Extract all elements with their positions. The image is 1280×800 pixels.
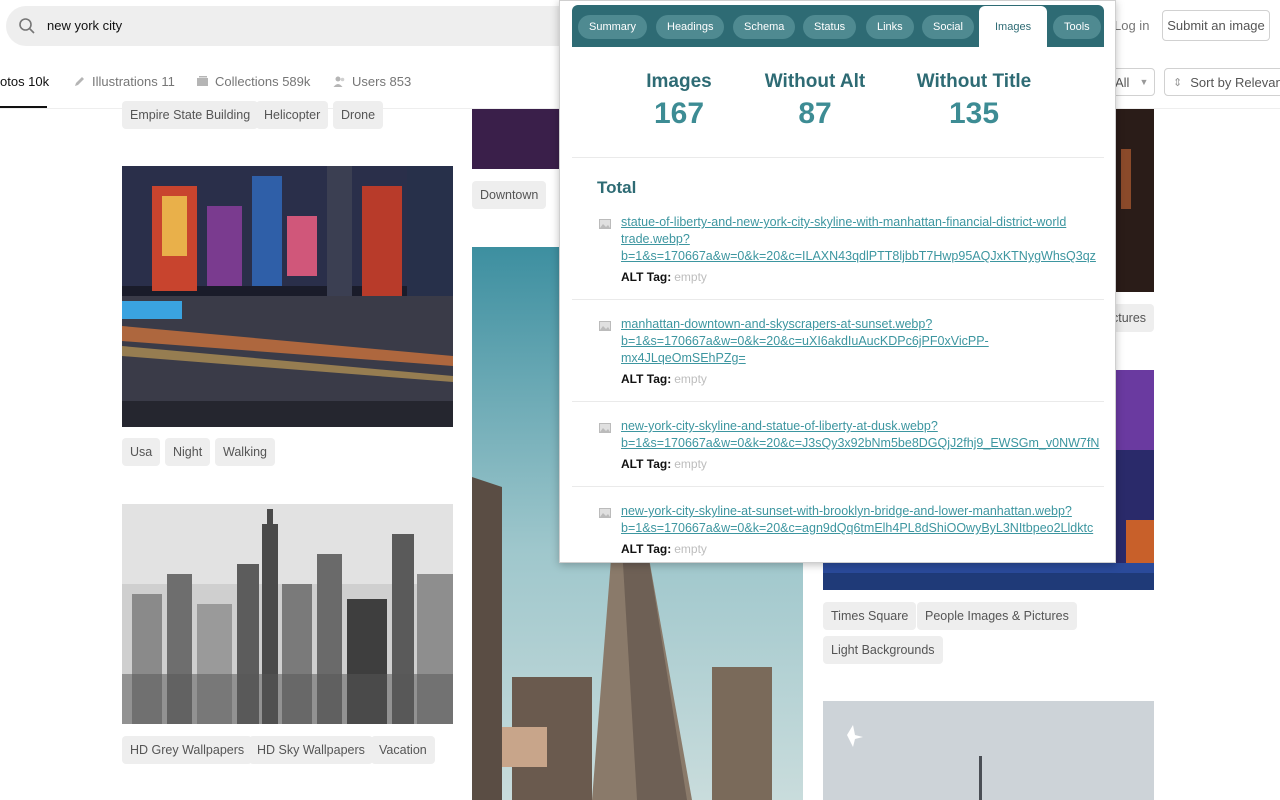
tag-helicopter[interactable]: Helicopter (256, 101, 329, 129)
popup-tab-links[interactable]: Links (866, 15, 914, 39)
search-bar[interactable]: new york city (6, 6, 586, 46)
search-icon (19, 18, 35, 34)
popup-tab-headings[interactable]: Headings (656, 15, 725, 39)
photo-right-neon[interactable] (1116, 370, 1154, 590)
license-filter[interactable]: All ▼ (1110, 68, 1155, 96)
alt-tag-line: ALT Tag: empty (621, 457, 707, 471)
tag-hd-sky[interactable]: HD Sky Wallpapers (249, 736, 373, 764)
alt-tag-line: ALT Tag: empty (621, 542, 707, 556)
stat-images: Images 167 (646, 71, 712, 130)
image-list-item: manhattan-downtown-and-skyscrapers-at-su… (572, 316, 1104, 402)
stat-without-title: Without Title 135 (916, 71, 1032, 130)
stat-without-alt: Without Alt 87 (764, 71, 866, 130)
photo-hazy-tower[interactable] (823, 701, 1154, 800)
image-url-link[interactable]: new-york-city-skyline-at-sunset-with-bro… (621, 503, 1104, 537)
image-url-link[interactable]: new-york-city-skyline-and-statue-of-libe… (621, 418, 1104, 452)
seo-extension-popup: Summary Headings Schema Status Links Soc… (559, 0, 1116, 563)
tab-photos[interactable]: otos 10k (0, 74, 49, 89)
alt-tag-line: ALT Tag: empty (621, 270, 707, 284)
search-input[interactable]: new york city (47, 18, 122, 33)
submit-image-button[interactable]: Submit an image (1162, 10, 1270, 41)
tag-drone[interactable]: Drone (333, 101, 384, 129)
tab-users[interactable]: Users 853 (333, 74, 411, 89)
total-heading: Total (597, 178, 637, 197)
tab-collections[interactable]: Collections 589k (196, 74, 310, 89)
popup-nav: Summary Headings Schema Status Links Soc… (572, 5, 1104, 47)
popup-tab-images[interactable]: Images (979, 6, 1048, 47)
popup-tab-social[interactable]: Social (922, 15, 974, 39)
tab-illustrations[interactable]: Illustrations 11 (73, 74, 175, 89)
photo-purple-top[interactable] (472, 109, 562, 169)
photo-times-square-crosswalk[interactable] (823, 563, 1154, 590)
active-tab-underline (0, 106, 47, 108)
tag-times-square[interactable]: Times Square (823, 602, 917, 630)
login-link[interactable]: Log in (1114, 18, 1149, 33)
tag-empire-state[interactable]: Empire State Building (122, 101, 259, 129)
pen-icon (75, 77, 84, 86)
collection-icon (197, 76, 208, 86)
image-url-link[interactable]: manhattan-downtown-and-skyscrapers-at-su… (621, 316, 1104, 367)
image-icon (599, 219, 611, 229)
tag-vacation[interactable]: Vacation (371, 736, 435, 764)
tag-people-images[interactable]: People Images & Pictures (917, 602, 1077, 630)
image-icon (599, 508, 611, 518)
alt-tag-line: ALT Tag: empty (621, 372, 707, 386)
chevron-down-icon: ▼ (1139, 77, 1149, 87)
image-list-item: new-york-city-skyline-and-statue-of-libe… (572, 418, 1104, 487)
photo-grey-skyline[interactable] (122, 504, 453, 724)
popup-tab-tools[interactable]: Tools (1053, 15, 1101, 39)
popup-tab-status[interactable]: Status (803, 15, 857, 39)
sort-icon: ⇕ (1173, 76, 1183, 89)
photo-times-square-night[interactable] (122, 166, 453, 427)
tag-hd-grey[interactable]: HD Grey Wallpapers (122, 736, 253, 764)
image-url-link[interactable]: statue-of-liberty-and-new-york-city-skyl… (621, 214, 1104, 265)
popup-tab-summary[interactable]: Summary (578, 15, 648, 39)
tag-walking[interactable]: Walking (215, 438, 275, 466)
tag-downtown[interactable]: Downtown (472, 181, 547, 209)
tag-night[interactable]: Night (165, 438, 211, 466)
photo-right-top[interactable] (1116, 109, 1154, 292)
sort-dropdown[interactable]: ⇕ Sort by Relevance (1164, 68, 1280, 96)
image-list-item: statue-of-liberty-and-new-york-city-skyl… (572, 214, 1104, 300)
users-icon (333, 76, 345, 87)
divider (572, 157, 1104, 158)
image-list-item: new-york-city-skyline-at-sunset-with-bro… (572, 503, 1104, 562)
tag-usa[interactable]: Usa (122, 438, 161, 466)
image-icon (599, 423, 611, 433)
tag-light-backgrounds[interactable]: Light Backgrounds (823, 636, 943, 664)
popup-tab-schema[interactable]: Schema (733, 15, 796, 39)
image-icon (599, 321, 611, 331)
